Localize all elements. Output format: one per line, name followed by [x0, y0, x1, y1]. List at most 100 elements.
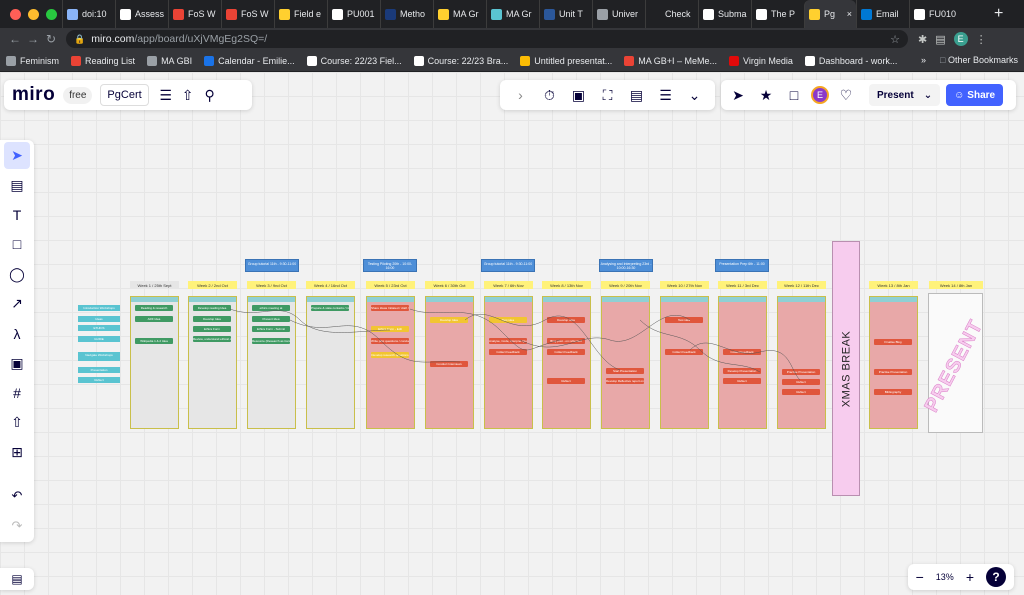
board-name[interactable]: PgCert: [100, 84, 149, 106]
task-card[interactable]: Reflect: [782, 379, 820, 385]
task-card[interactable]: Collect Feedback: [723, 349, 761, 355]
task-card[interactable]: Wikipedia 1 & 2 Idea: [135, 338, 173, 344]
task-card[interactable]: Resource (Research as transforming learn…: [252, 338, 290, 344]
timer-icon[interactable]: ⏱: [539, 84, 561, 106]
chevron-right-icon[interactable]: ›: [510, 84, 532, 106]
workstream-label[interactable]: Presentation: [78, 367, 120, 373]
task-card[interactable]: Develop Idea: [193, 316, 231, 322]
task-card[interactable]: Ethics Form: [193, 326, 231, 332]
cursor-icon[interactable]: ➤: [727, 84, 749, 106]
browser-tab[interactable]: Email: [856, 0, 909, 28]
card-icon[interactable]: ▣: [568, 84, 590, 106]
bookmark-item[interactable]: Reading List: [71, 55, 135, 66]
extensions-icon[interactable]: ✱: [918, 33, 927, 46]
bookmark-item[interactable]: Feminism: [6, 55, 59, 66]
upload-icon[interactable]: ⇧: [4, 409, 30, 436]
browser-tab[interactable]: Metho: [380, 0, 433, 28]
task-card[interactable]: Present Idea: [252, 316, 290, 322]
share-button[interactable]: ☺ Share: [946, 84, 1004, 106]
miro-logo[interactable]: miro: [12, 84, 55, 106]
task-card[interactable]: Share Ideas Initiated / draft / Particip…: [371, 305, 409, 311]
browser-tab[interactable]: MA Gr: [486, 0, 539, 28]
select-tool-icon[interactable]: ➤: [4, 142, 30, 169]
task-card[interactable]: Develop Idea: [430, 317, 468, 323]
week-column[interactable]: [718, 296, 767, 429]
text-tool-icon[interactable]: T: [4, 201, 30, 228]
sidebar-icon[interactable]: ▤: [935, 33, 945, 46]
week-header[interactable]: Week 9 / 20th Nov: [601, 281, 650, 289]
zoom-in-button[interactable]: +: [966, 569, 974, 585]
task-card[interactable]: Test idea: [665, 317, 703, 323]
browser-tab[interactable]: Univer: [592, 0, 645, 28]
task-card[interactable]: Conduct Interviews: [430, 361, 468, 367]
task-card[interactable]: Blog post - on reflection: [547, 338, 585, 344]
week-column[interactable]: [601, 296, 650, 429]
bookmark-item[interactable]: Course: 22/23 Bra...: [413, 55, 508, 66]
bookmark-item[interactable]: Course: 22/23 Fiel...: [306, 55, 402, 66]
workstream-label[interactable]: Ideas: [78, 316, 120, 322]
browser-tab[interactable]: FoS W: [168, 0, 221, 28]
help-button[interactable]: ?: [986, 567, 1006, 587]
task-card[interactable]: Reading & research: [135, 305, 173, 311]
week-header[interactable]: Week 11 / 3rd Dec: [718, 281, 767, 289]
star-icon[interactable]: ☆: [890, 33, 900, 46]
workstream-label[interactable]: Reflect: [78, 377, 120, 383]
url-input[interactable]: 🔒 miro.com/app/board/uXjVMgEg2SQ=/ ☆: [66, 30, 908, 48]
zoom-level[interactable]: 13%: [936, 572, 954, 582]
forward-icon[interactable]: →: [24, 32, 42, 46]
workstream-label[interactable]: Introduction Workshops: [78, 305, 120, 311]
search-icon[interactable]: ⚲: [199, 84, 221, 106]
browser-tab[interactable]: doi:10: [62, 0, 115, 28]
workstream-label[interactable]: GUIDE: [78, 336, 120, 342]
week-header[interactable]: Week 14 / 8th Jan: [929, 281, 983, 289]
task-card[interactable]: Collect Feedback: [489, 349, 527, 355]
bookmark-item[interactable]: MA GBI: [147, 55, 192, 66]
task-card[interactable]: Start Presentation: [606, 368, 644, 374]
undo-icon[interactable]: ↶: [4, 483, 30, 510]
sticky-note-icon[interactable]: □: [4, 231, 30, 258]
task-card[interactable]: Collect Feedback: [547, 349, 585, 355]
xmas-break-banner[interactable]: XMAS BREAK: [832, 241, 860, 496]
task-card[interactable]: Reflect: [723, 378, 761, 384]
profile-avatar[interactable]: E: [953, 32, 968, 46]
plan-badge[interactable]: free: [63, 86, 93, 104]
browser-tab[interactable]: FoS W: [221, 0, 274, 28]
notes-icon[interactable]: ☰: [655, 84, 677, 106]
browser-tab[interactable]: Check: [645, 0, 698, 28]
shapes-icon[interactable]: ◯: [4, 261, 30, 288]
comment-icon[interactable]: □: [783, 84, 805, 106]
tutorial-event[interactable]: Testing Piloting 20th - 10:00-16:00: [363, 259, 417, 272]
task-card[interactable]: Ethics Form - Edit: [371, 326, 409, 332]
week-header[interactable]: Week 13 / 8th Jan: [869, 281, 918, 289]
reload-icon[interactable]: ↻: [42, 32, 60, 46]
new-tab-button[interactable]: +: [984, 5, 1024, 23]
browser-tab[interactable]: MA Gr: [433, 0, 486, 28]
focus-icon[interactable]: ⛶: [597, 84, 619, 106]
week-header[interactable]: Week 1 / 25th Sept: [130, 281, 179, 289]
more-icon[interactable]: ⌄: [684, 84, 706, 106]
tutorial-event[interactable]: Analysing and Interpreting 23rd - 10:00-…: [599, 259, 653, 272]
week-header[interactable]: Week 2 / 2nd Oct: [188, 281, 237, 289]
task-card[interactable]: Practise Presentation: [782, 369, 820, 375]
more-menu-icon[interactable]: ⋮: [976, 33, 987, 46]
week-column[interactable]: [366, 296, 415, 429]
browser-tab[interactable]: Field e: [274, 0, 327, 28]
task-card[interactable]: Write pilot questions / conduct pilot te…: [371, 338, 409, 344]
bookmark-item[interactable]: Dashboard - work...: [804, 55, 897, 66]
browser-tab[interactable]: Assess: [115, 0, 168, 28]
apps-icon[interactable]: ▤: [626, 84, 648, 106]
export-icon[interactable]: ⇧: [177, 84, 199, 106]
bookmarks-overflow-button[interactable]: »: [921, 55, 926, 65]
workstream-label[interactable]: ETHICS: [78, 325, 120, 331]
task-card[interactable]: Develop Reflective report on research: [606, 378, 644, 384]
task-card[interactable]: Bibliography: [874, 389, 912, 395]
tutorial-event[interactable]: Group tutorial 11th - 9:30-11:00: [245, 259, 299, 272]
bookmark-item[interactable]: Untitled presentat...: [520, 55, 612, 66]
bookmark-item[interactable]: Calendar - Emilie...: [204, 55, 295, 66]
other-bookmarks-folder[interactable]: □ Other Bookmarks: [940, 55, 1018, 65]
user-avatar[interactable]: E: [811, 86, 829, 104]
task-card[interactable]: Reflect: [547, 378, 585, 384]
week-column[interactable]: [777, 296, 826, 429]
task-card[interactable]: ARF Idea: [135, 316, 173, 322]
templates-icon[interactable]: ▤: [4, 172, 30, 199]
